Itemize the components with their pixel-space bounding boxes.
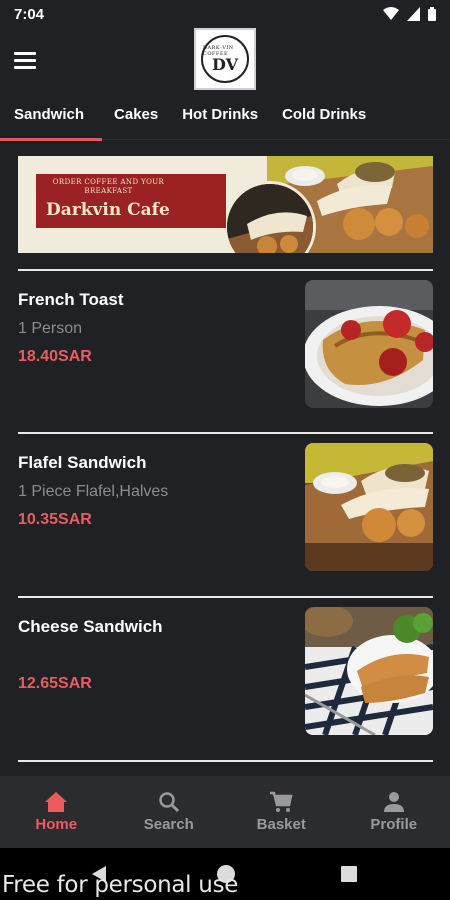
nav-search[interactable]: Search xyxy=(113,776,226,848)
menu-item-french-toast[interactable]: French Toast 1 Person 18.40SAR xyxy=(0,280,450,452)
wifi-icon xyxy=(383,7,399,20)
cafe-logo: DARK·VIN COFFEE DV xyxy=(194,28,256,90)
tab-cakes[interactable]: Cakes xyxy=(102,92,170,140)
cart-icon xyxy=(270,791,293,812)
nav-label-search: Search xyxy=(143,816,194,833)
menu-item-cheese-sandwich[interactable]: Cheese Sandwich 12.65SAR xyxy=(0,607,450,776)
nav-profile[interactable]: Profile xyxy=(338,776,450,848)
search-icon xyxy=(159,792,179,813)
status-bar: 7:04 xyxy=(0,0,450,28)
banner-title: Darkvin Cafe xyxy=(46,200,170,220)
item-price: 12.65SAR xyxy=(18,675,92,692)
cheese-sandwich-photo xyxy=(305,607,433,735)
recents-icon[interactable] xyxy=(340,865,358,883)
watermark-text: Free for personal use xyxy=(2,872,239,898)
divider xyxy=(18,269,433,271)
banner-tagline: ORDER COFFEE AND YOUR BREAKFAST xyxy=(52,178,165,195)
status-time: 7:04 xyxy=(14,5,45,23)
tab-cold-drinks[interactable]: Cold Drinks xyxy=(270,92,378,140)
promo-banner[interactable]: ORDER COFFEE AND YOUR BREAKFAST Darkvin … xyxy=(18,156,433,253)
battery-icon xyxy=(428,7,436,21)
app-header: DARK·VIN COFFEE DV xyxy=(0,28,450,92)
nav-label-home: Home xyxy=(35,816,78,833)
logo-ring: DARK·VIN COFFEE DV xyxy=(201,35,249,83)
divider xyxy=(18,432,433,434)
menu-list[interactable]: ORDER COFFEE AND YOUR BREAKFAST Darkvin … xyxy=(0,140,450,776)
tab-sandwich[interactable]: Sandwich xyxy=(0,92,103,141)
menu-item-flafel-sandwich[interactable]: Flafel Sandwich 1 Piece Flafel,Halves 10… xyxy=(0,443,450,615)
french-toast-photo xyxy=(305,280,433,408)
divider xyxy=(18,596,433,598)
item-title: Flafel Sandwich xyxy=(18,453,147,472)
flafel-sandwich-photo xyxy=(305,443,433,571)
signal-icon xyxy=(407,7,420,21)
bottom-navigation: Home Search Basket Profile xyxy=(0,776,450,848)
nav-label-profile: Profile xyxy=(370,816,418,833)
nav-home[interactable]: Home xyxy=(0,776,113,848)
item-price: 18.40SAR xyxy=(18,348,92,365)
category-tabs: Sandwich Cakes Hot Drinks Cold Drinks xyxy=(0,92,450,141)
item-title: Cheese Sandwich xyxy=(18,617,163,636)
item-price: 10.35SAR xyxy=(18,511,92,528)
tab-hot-drinks[interactable]: Hot Drinks xyxy=(170,92,270,140)
status-icons xyxy=(383,7,436,21)
item-description: 1 Person xyxy=(18,320,83,337)
person-icon xyxy=(383,792,404,812)
divider xyxy=(18,760,433,762)
hamburger-menu-icon[interactable] xyxy=(14,46,42,74)
item-description: 1 Piece Flafel,Halves xyxy=(18,483,169,500)
home-icon xyxy=(45,792,68,812)
item-title: French Toast xyxy=(18,290,124,309)
logo-monogram: DV xyxy=(211,55,238,74)
nav-basket[interactable]: Basket xyxy=(225,776,338,848)
nav-label-basket: Basket xyxy=(256,816,306,833)
